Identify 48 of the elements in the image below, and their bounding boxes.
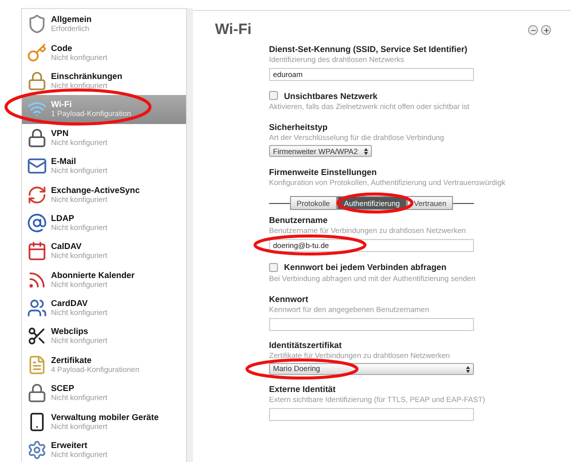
item-title: Verwaltung mobiler Geräte <box>51 412 159 422</box>
field-label: Identitätszertifikat <box>269 340 342 351</box>
item-title: Einschränkungen <box>51 70 122 81</box>
item-title: Abonnierte Kalender <box>51 270 135 280</box>
item-title: Erweitert <box>51 440 88 450</box>
item-title: Code <box>51 42 74 53</box>
scissors-icon <box>27 326 47 346</box>
updown-arrows-icon <box>364 148 368 155</box>
padlock-icon <box>27 70 47 91</box>
item-title: E-Mail <box>51 156 78 166</box>
field-label: Benutzername <box>269 215 328 226</box>
gear-icon <box>27 440 47 460</box>
text-field[interactable] <box>269 318 474 331</box>
field-label: Externe Identität <box>269 384 336 395</box>
item-title: CalDAV <box>51 241 83 252</box>
field-label: Kennwort <box>269 294 308 305</box>
item-title: Webclips <box>51 326 90 336</box>
updown-arrows-icon <box>466 366 470 372</box>
item-title: Wi-Fi <box>51 99 73 110</box>
at-sign-icon <box>27 212 47 233</box>
item-title: SCEP <box>51 383 76 394</box>
item-title: CardDAV <box>51 298 89 308</box>
text-field[interactable] <box>269 408 474 421</box>
padlock-icon <box>27 128 47 148</box>
calendar-icon <box>27 241 47 262</box>
contacts-icon <box>27 298 47 318</box>
item-title: VPN <box>51 128 70 138</box>
plus-icon <box>542 26 550 34</box>
checkbox-label: Kennwort bei jedem Verbinden abfragen <box>284 261 446 274</box>
remove-button[interactable] <box>528 25 538 36</box>
key-icon <box>27 42 47 63</box>
item-title: LDAP <box>51 212 76 223</box>
panel-title: Wi-Fi <box>215 20 252 40</box>
padlock-icon <box>27 383 47 404</box>
certificate-icon <box>27 354 47 375</box>
sync-icon <box>27 184 47 205</box>
add-button[interactable] <box>541 25 551 36</box>
item-title: Allgemein <box>51 14 92 24</box>
mail-icon <box>27 156 47 176</box>
field-label: Firmenweite Einstellungen <box>269 167 377 178</box>
calendar-feed-icon <box>27 270 47 290</box>
checkbox[interactable] <box>269 263 278 272</box>
item-title: Exchange-ActiveSync <box>51 184 140 195</box>
field-label: Sicherheitstyp <box>269 122 328 134</box>
item-title: Zertifikate <box>51 354 93 365</box>
checkbox-label: Unsichtbares Netzwerk <box>284 90 378 102</box>
checkbox[interactable] <box>269 91 278 100</box>
field-label: Dienst-Set-Kennung (SSID, Service Set Identifier) <box>269 44 468 54</box>
